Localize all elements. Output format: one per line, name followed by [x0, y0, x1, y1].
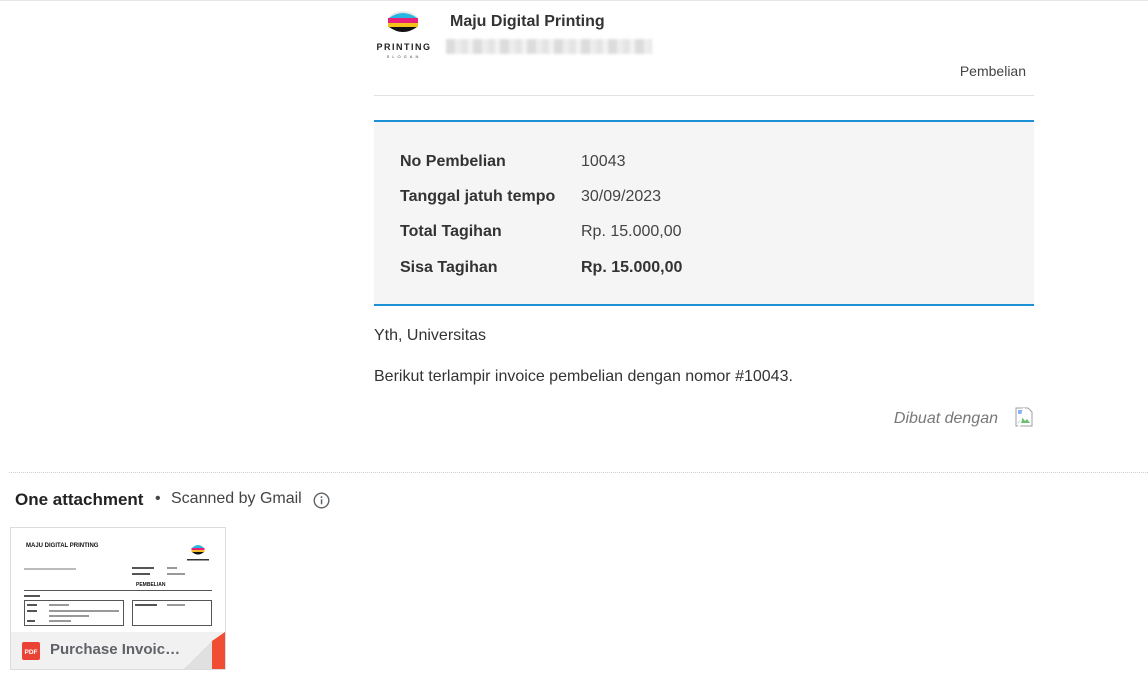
summary-value: 10043 — [581, 153, 626, 170]
preview-text-line — [27, 610, 37, 612]
attachment-separator: • — [155, 490, 161, 507]
blurred-company-address — [446, 39, 652, 54]
top-divider — [0, 0, 1148, 1]
email-greeting: Yth, Universitas — [374, 327, 487, 344]
scanned-by-gmail-text: Scanned by Gmail — [171, 490, 302, 507]
preview-meta-line — [167, 573, 185, 575]
preview-due-box — [132, 600, 212, 626]
company-name: Maju Digital Printing — [450, 13, 605, 30]
preview-text-line — [49, 610, 119, 612]
attachment-preview-thumbnail: MAJU DIGITAL PRINTING PEMBELIAN — [11, 528, 225, 632]
email-message: Berikut terlampir invoice pembelian deng… — [374, 368, 793, 385]
summary-value: Rp. 15.000,00 — [581, 223, 682, 240]
preview-company-title: MAJU DIGITAL PRINTING — [26, 543, 99, 549]
pdf-file-icon: PDF — [22, 642, 40, 660]
made-with-text: Dibuat dengan — [893, 410, 998, 427]
attachment-card-purchase-invoice[interactable]: MAJU DIGITAL PRINTING PEMBELIAN PDF Purc… — [10, 527, 226, 670]
preview-logo-icon — [187, 545, 209, 561]
invoice-summary-box: No Pembelian 10043 Tanggal jatuh tempo 3… — [374, 120, 1034, 306]
info-icon[interactable] — [313, 492, 330, 509]
attachment-file-name[interactable]: Purchase Invoice... — [50, 641, 184, 658]
preview-meta-line — [132, 573, 150, 575]
preview-text-line — [27, 604, 37, 606]
summary-label: Tanggal jatuh tempo — [400, 188, 556, 205]
attachment-divider — [9, 472, 1148, 473]
summary-label: Sisa Tagihan — [400, 259, 498, 276]
preview-label-line — [24, 595, 40, 597]
summary-value: 30/09/2023 — [581, 188, 662, 205]
preview-text-line — [135, 604, 157, 606]
summary-label: Total Tagihan — [400, 223, 502, 240]
preview-supplier-box — [24, 600, 124, 626]
svg-text:PDF: PDF — [25, 649, 38, 656]
preview-meta-line — [167, 567, 177, 569]
summary-label: No Pembelian — [400, 153, 506, 170]
preview-email-line — [24, 568, 76, 570]
summary-value: Rp. 15.000,00 — [581, 259, 683, 276]
preview-text-line — [167, 604, 185, 606]
preview-rule — [24, 590, 212, 591]
header-divider — [374, 95, 1034, 96]
preview-text-line — [27, 620, 35, 622]
svg-text:PRINTING: PRINTING — [376, 42, 431, 52]
preview-text-line — [49, 620, 71, 622]
company-logo: PRINTING SLOGAN — [376, 11, 431, 59]
page-fold-corner-icon — [184, 632, 225, 669]
preview-meta-line — [132, 567, 154, 569]
attachment-count-title: One attachment — [15, 490, 144, 509]
broken-image-icon — [1015, 407, 1033, 427]
preview-text-line — [49, 604, 69, 606]
preview-heading: PEMBELIAN — [136, 582, 166, 588]
preview-text-line — [49, 615, 89, 617]
document-type: Pembelian — [959, 63, 1026, 79]
svg-text:SLOGAN: SLOGAN — [387, 54, 422, 59]
